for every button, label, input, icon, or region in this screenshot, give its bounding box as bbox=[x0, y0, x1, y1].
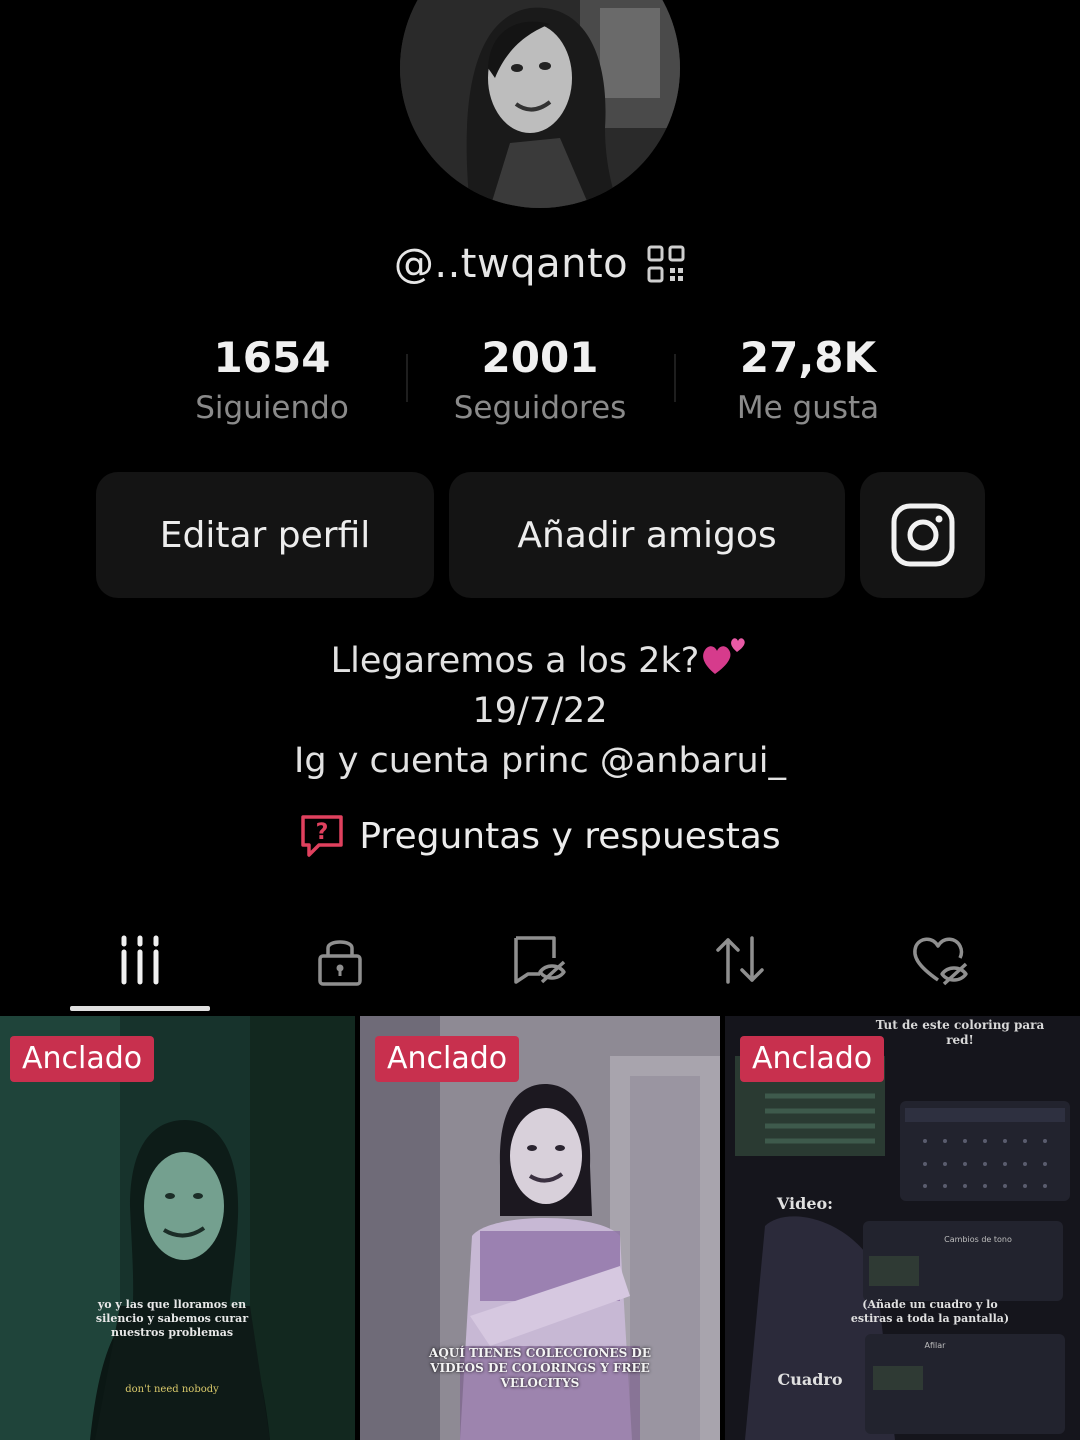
instagram-icon bbox=[891, 503, 954, 567]
video-tile[interactable]: Anclado AQUÍ TIENES COLECCIONES DE VIDEO… bbox=[360, 1016, 720, 1440]
pinned-badge: Anclado bbox=[740, 1036, 885, 1082]
tab-liked[interactable] bbox=[840, 910, 1040, 1010]
likes-count: 27,8K bbox=[739, 333, 877, 382]
profile-bio: Llegaremos a los 2k? 19/7/22 Ig y cuenta… bbox=[0, 634, 1080, 786]
video-label-cuadro: Cuadro bbox=[777, 1370, 843, 1389]
video-label-video: Video: bbox=[776, 1194, 834, 1213]
bookmark-hidden-icon bbox=[514, 936, 566, 984]
video-caption: Tut de este coloring para red! bbox=[875, 1018, 1045, 1047]
avatar-photo bbox=[400, 0, 680, 208]
followers-count: 2001 bbox=[481, 333, 599, 382]
video-grid: Anclado yo y las que lloramos en silenci… bbox=[0, 1016, 1080, 1440]
edit-profile-button[interactable]: Editar perfil bbox=[96, 472, 434, 598]
stat-followers[interactable]: 2001 Seguidores bbox=[410, 330, 670, 430]
pinned-badge: Anclado bbox=[10, 1036, 155, 1082]
qa-label: Preguntas y respuestas bbox=[359, 815, 781, 857]
username: @..twqanto bbox=[393, 241, 629, 287]
stat-likes[interactable]: 27,8K Me gusta bbox=[678, 330, 938, 430]
tab-saved[interactable] bbox=[440, 910, 640, 1010]
stat-divider bbox=[674, 354, 676, 402]
question-bubble-icon: ? bbox=[301, 815, 344, 857]
svg-text:?: ? bbox=[316, 820, 329, 845]
followers-label: Seguidores bbox=[453, 390, 627, 426]
video-note: (Añade un cuadro y lo estiras a toda la … bbox=[850, 1298, 1010, 1325]
following-label: Siguiendo bbox=[195, 390, 349, 426]
lock-icon bbox=[318, 940, 362, 986]
tab-private[interactable] bbox=[240, 910, 440, 1010]
add-friends-button[interactable]: Añadir amigos bbox=[449, 472, 845, 598]
two-hearts-icon bbox=[703, 638, 746, 674]
video-subcaption: don't need nobody bbox=[125, 1384, 219, 1395]
tab-reposts[interactable] bbox=[640, 910, 840, 1010]
bio-line-3[interactable]: Ig y cuenta princ @anbarui_ bbox=[0, 736, 1080, 786]
bio-line-2: 19/7/22 bbox=[472, 691, 608, 731]
video-caption: AQUÍ TIENES COLECCIONES DE VIDEOS DE COL… bbox=[429, 1346, 651, 1390]
bio-text-1: Llegaremos a los 2k? bbox=[330, 641, 700, 681]
qr-code-icon[interactable] bbox=[646, 244, 686, 284]
stat-divider bbox=[406, 354, 408, 402]
grid-icon bbox=[121, 935, 159, 985]
video-caption: yo y las que lloramos en silencio y sabe… bbox=[95, 1298, 249, 1339]
tab-videos[interactable] bbox=[40, 910, 240, 1010]
username-row: @..twqanto bbox=[0, 232, 1080, 296]
stat-following[interactable]: 1654 Siguiendo bbox=[142, 330, 402, 430]
repost-icon bbox=[716, 936, 764, 984]
profile-avatar[interactable] bbox=[400, 0, 680, 208]
heart-hidden-icon bbox=[913, 937, 968, 986]
qa-link[interactable]: ? Preguntas y respuestas bbox=[0, 808, 1080, 864]
video-tile[interactable]: Anclado yo y las que lloramos en silenci… bbox=[0, 1016, 355, 1440]
following-count: 1654 bbox=[213, 333, 331, 382]
likes-label: Me gusta bbox=[736, 390, 880, 426]
bio-line-1: Llegaremos a los 2k? bbox=[0, 634, 1080, 686]
panel-title-sharpen: Afilar bbox=[924, 1341, 946, 1350]
instagram-button[interactable] bbox=[860, 472, 985, 598]
panel-title-hue: Cambios de tono bbox=[944, 1235, 1012, 1244]
profile-tabs bbox=[0, 910, 1080, 1014]
active-tab-indicator bbox=[70, 1006, 210, 1011]
pinned-badge: Anclado bbox=[375, 1036, 520, 1082]
video-tile[interactable]: Anclado Tut de este coloring para red! V… bbox=[725, 1016, 1080, 1440]
profile-stats: 1654 Siguiendo 2001 Seguidores 27,8K Me … bbox=[0, 330, 1080, 440]
